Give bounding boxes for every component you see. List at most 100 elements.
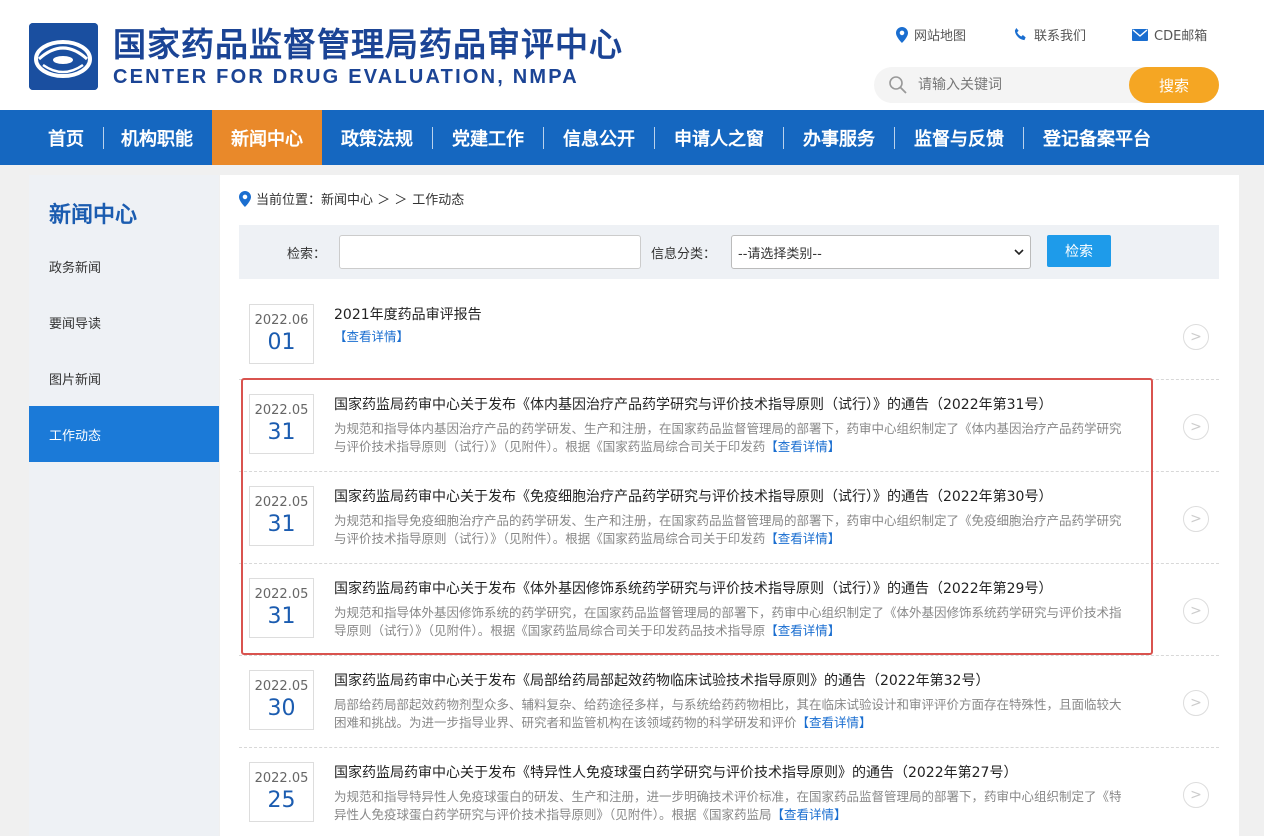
date-day: 31 [267,512,296,537]
filter-search-button[interactable]: 检索 [1047,235,1111,267]
date-year-month: 2022.05 [254,679,309,694]
keyword-label: 检索： [287,247,327,262]
header: 国家药品监督管理局药品审评中心 CENTER FOR DRUG EVALUATI… [0,0,1264,110]
location-pin-icon [239,190,251,207]
news-summary: 为规范和指导特异性人免疫球蛋白的研发、生产和注册，进一步明确技术评价标准，在国家… [334,788,1124,824]
view-details-link[interactable]: 【查看详情】 [765,439,840,454]
date-year-month: 2022.05 [254,587,309,602]
site-logo[interactable] [29,23,98,90]
news-summary-text: 局部给药局部起效药物剂型众多、辅料复杂、给药途径多样，与系统给药药物相比，其在临… [334,697,1122,730]
date-year-month: 2022.05 [254,771,309,786]
breadcrumb-path: 当前位置：新闻中心 ＞ ＞ [256,193,408,208]
news-summary: 为规范和指导体内基因治疗产品的药学研发、生产和注册，在国家药品监督管理局的部署下… [334,420,1124,456]
email-link[interactable]: CDE邮箱 [1132,25,1207,44]
chevron-right-icon[interactable]: > [1183,598,1209,624]
list-item: 2022.05 31 国家药监局药审中心关于发布《体外基因修饰系统药学研究与评价… [239,564,1219,656]
view-details-link[interactable]: 【查看详情】 [797,715,872,730]
news-summary-text: 为规范和指导特异性人免疫球蛋白的研发、生产和注册，进一步明确技术评价标准，在国家… [334,789,1122,822]
search-button[interactable]: 搜索 [1129,67,1219,103]
news-summary-text: 为规范和指导体外基因修饰系统的药学研究，在国家药品监督管理局的部署下，药审中心组… [334,605,1122,638]
nav-home[interactable]: 首页 [29,110,103,165]
chevron-right-icon[interactable]: > [1183,690,1209,716]
location-pin-icon [896,26,908,43]
sitemap-link[interactable]: 网站地图 [896,25,966,44]
category-select[interactable]: --请选择类别-- [731,235,1031,269]
date-year-month: 2022.05 [254,403,309,418]
date-box: 2022.05 31 [249,486,314,546]
chevron-right-icon[interactable]: > [1183,324,1209,350]
category-label: 信息分类： [651,247,717,262]
mail-icon [1132,28,1148,41]
filter-bar: 检索： 信息分类： --请选择类别-- 检索 [239,225,1219,279]
chevron-right-icon[interactable]: > [1183,506,1209,532]
news-title[interactable]: 国家药监局药审中心关于发布《特异性人免疫球蛋白药学研究与评价技术指导原则》的通告… [334,762,1017,782]
view-details-link[interactable]: 【查看详情】 [765,531,840,546]
chevron-right-icon[interactable]: > [1183,782,1209,808]
breadcrumb-current[interactable]: 工作动态 [412,189,464,208]
main-content: 当前位置：新闻中心 ＞ ＞ 工作动态 检索： 信息分类： --请选择类别-- 检… [220,175,1239,836]
site-title: 国家药品监督管理局药品审评中心 [113,25,623,64]
news-title[interactable]: 国家药监局药审中心关于发布《体外基因修饰系统药学研究与评价技术指导原则（试行）》… [334,578,1052,598]
nav-functions[interactable]: 机构职能 [104,110,212,165]
news-title[interactable]: 国家药监局药审中心关于发布《局部给药局部起效药物临床试验技术指导原则》的通告（2… [334,670,989,690]
news-summary: 局部给药局部起效药物剂型众多、辅料复杂、给药途径多样，与系统给药药物相比，其在临… [334,696,1124,732]
news-summary-text: 为规范和指导体内基因治疗产品的药学研发、生产和注册，在国家药品监督管理局的部署下… [334,421,1122,454]
view-details-link[interactable]: 【查看详情】 [772,807,847,822]
date-year-month: 2022.06 [254,313,309,328]
keyword-input[interactable] [339,235,641,269]
nav-registration[interactable]: 登记备案平台 [1024,110,1170,165]
sitemap-label: 网站地图 [914,29,967,44]
nav-info[interactable]: 信息公开 [544,110,654,165]
list-item: 2022.05 25 国家药监局药审中心关于发布《特异性人免疫球蛋白药学研究与评… [239,748,1219,836]
sidebar-item-work-updates[interactable]: 工作动态 [29,406,219,462]
contact-label: 联系我们 [1034,29,1087,44]
news-title[interactable]: 国家药监局药审中心关于发布《体内基因治疗产品药学研究与评价技术指导原则（试行）》… [334,394,1052,414]
list-item: 2022.06 01 2021年度药品审评报告 【查看详情】 > [239,290,1219,380]
phone-icon [1014,27,1026,41]
sidebar-item-headlines[interactable]: 要闻导读 [29,294,219,350]
news-summary: 【查看详情】 [334,328,1124,346]
main-nav: 首页 机构职能 新闻中心 政策法规 党建工作 信息公开 申请人之窗 办事服务 监… [0,110,1264,165]
list-item: 2022.05 30 国家药监局药审中心关于发布《局部给药局部起效药物临床试验技… [239,656,1219,748]
sidebar: 新闻中心 政务新闻 要闻导读 图片新闻 工作动态 [29,175,219,836]
date-box: 2022.05 31 [249,394,314,454]
news-summary-text: 为规范和指导免疫细胞治疗产品的药学研发、生产和注册，在国家药品监督管理局的部署下… [334,513,1122,546]
date-box: 2022.05 30 [249,670,314,730]
nav-supervision[interactable]: 监督与反馈 [895,110,1023,165]
date-day: 25 [267,788,296,813]
date-day: 31 [267,420,296,445]
nav-services[interactable]: 办事服务 [784,110,894,165]
date-year-month: 2022.05 [254,495,309,510]
nav-party[interactable]: 党建工作 [433,110,543,165]
chevron-down-icon [1014,249,1024,255]
news-title[interactable]: 国家药监局药审中心关于发布《免疫细胞治疗产品药学研究与评价技术指导原则（试行）》… [334,486,1052,506]
list-item: 2022.05 31 国家药监局药审中心关于发布《免疫细胞治疗产品药学研究与评价… [239,472,1219,564]
category-select-value: --请选择类别-- [738,246,822,262]
sidebar-item-photo-news[interactable]: 图片新闻 [29,350,219,406]
news-summary: 为规范和指导体外基因修饰系统的药学研究，在国家药品监督管理局的部署下，药审中心组… [334,604,1124,640]
date-day: 01 [267,330,296,355]
date-box: 2022.05 31 [249,578,314,638]
search-icon [889,76,907,94]
news-summary: 为规范和指导免疫细胞治疗产品的药学研发、生产和注册，在国家药品监督管理局的部署下… [334,512,1124,548]
nav-policy[interactable]: 政策法规 [322,110,432,165]
nav-applicant[interactable]: 申请人之窗 [655,110,783,165]
contact-link[interactable]: 联系我们 [1013,25,1086,44]
news-title[interactable]: 2021年度药品审评报告 [334,304,482,324]
header-search: 搜索 [874,67,1219,103]
date-day: 31 [267,604,296,629]
list-item: 2022.05 31 国家药监局药审中心关于发布《体内基因治疗产品药学研究与评价… [239,380,1219,472]
email-label: CDE邮箱 [1154,29,1208,44]
view-details-link[interactable]: 【查看详情】 [765,623,840,638]
site-subtitle: CENTER FOR DRUG EVALUATION, NMPA [113,66,579,88]
chevron-right-icon[interactable]: > [1183,414,1209,440]
search-input[interactable] [918,73,1118,97]
sidebar-item-gov-news[interactable]: 政务新闻 [29,238,219,294]
date-box: 2022.05 25 [249,762,314,822]
breadcrumb: 当前位置：新闻中心 ＞ ＞ 工作动态 [239,189,464,208]
nav-news[interactable]: 新闻中心 [212,110,322,165]
date-day: 30 [267,696,296,721]
view-details-link[interactable]: 【查看详情】 [334,329,409,344]
date-box: 2022.06 01 [249,304,314,364]
sidebar-title: 新闻中心 [49,203,138,228]
